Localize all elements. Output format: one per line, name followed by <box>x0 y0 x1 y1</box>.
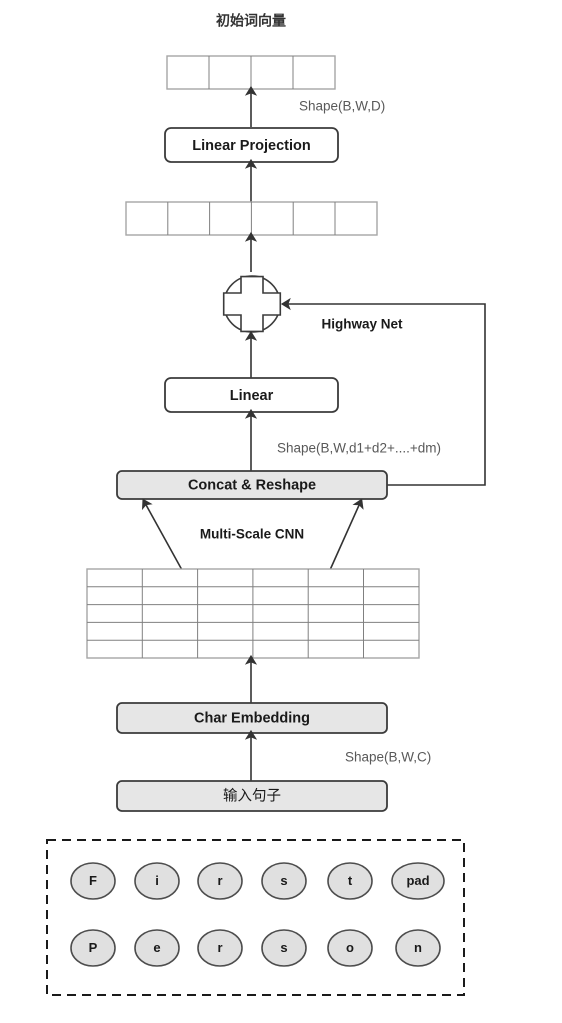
node-concat-reshape[interactable]: Concat & Reshape <box>116 470 388 500</box>
char-token[interactable]: P <box>70 929 116 967</box>
char-token-label: i <box>155 873 159 888</box>
char-token-label: r <box>217 940 222 955</box>
char-token-row-2: P e r s o n <box>70 929 441 967</box>
shape-label-concat: Shape(B,W,d1+d2+....+dm) <box>277 441 441 456</box>
diagram-title: 初始词向量 <box>216 13 286 29</box>
shape-label-input: Shape(B,W,C) <box>345 750 431 765</box>
char-token[interactable]: s <box>261 929 307 967</box>
annotation-highway-net: Highway Net <box>321 317 403 332</box>
feature-map-grid <box>86 568 420 659</box>
node-linear-projection-label: Linear Projection <box>192 138 310 154</box>
node-linear-label: Linear <box>230 388 274 404</box>
char-token[interactable]: F <box>70 862 116 900</box>
char-token[interactable]: r <box>197 929 243 967</box>
plus-circle-icon <box>222 275 282 333</box>
annotation-multi-scale-cnn: Multi-Scale CNN <box>200 527 304 542</box>
arrow-cnn-right <box>329 498 364 571</box>
char-token[interactable]: r <box>197 862 243 900</box>
char-token-label: s <box>280 940 287 955</box>
word-vector-grid <box>166 55 336 90</box>
char-token-row-1: F i r s t pad <box>70 862 445 900</box>
node-input-sentence-label: 输入句子 <box>223 787 281 804</box>
node-concat-reshape-label: Concat & Reshape <box>188 477 316 493</box>
node-linear-projection[interactable]: Linear Projection <box>164 127 339 163</box>
char-token[interactable]: n <box>395 929 441 967</box>
char-token-label: s <box>280 873 287 888</box>
char-token[interactable]: pad <box>391 862 445 900</box>
char-token[interactable]: i <box>134 862 180 900</box>
shape-label-output: Shape(B,W,D) <box>299 99 385 114</box>
char-token-label: e <box>153 940 160 955</box>
char-token-label: o <box>346 940 354 955</box>
char-token-label: pad <box>406 873 429 888</box>
node-char-embedding-label: Char Embedding <box>194 710 310 726</box>
char-token-label: t <box>348 873 353 888</box>
char-token-label: F <box>89 873 97 888</box>
node-linear[interactable]: Linear <box>164 377 339 413</box>
diagram-canvas: 初始词向量 Shape(B,W,D) Linear Projection Hig… <box>0 0 562 1023</box>
char-token[interactable]: s <box>261 862 307 900</box>
char-token-label: r <box>217 873 222 888</box>
concat-vector-grid <box>125 201 378 236</box>
node-char-embedding[interactable]: Char Embedding <box>116 702 388 734</box>
node-input-sentence[interactable]: 输入句子 <box>116 780 388 812</box>
arrow-cnn-left <box>141 498 183 571</box>
char-token-label: n <box>414 940 422 955</box>
char-token[interactable]: o <box>327 929 373 967</box>
character-sequence-container <box>46 839 465 996</box>
char-token-label: P <box>89 940 98 955</box>
char-token[interactable]: e <box>134 929 180 967</box>
char-token[interactable]: t <box>327 862 373 900</box>
